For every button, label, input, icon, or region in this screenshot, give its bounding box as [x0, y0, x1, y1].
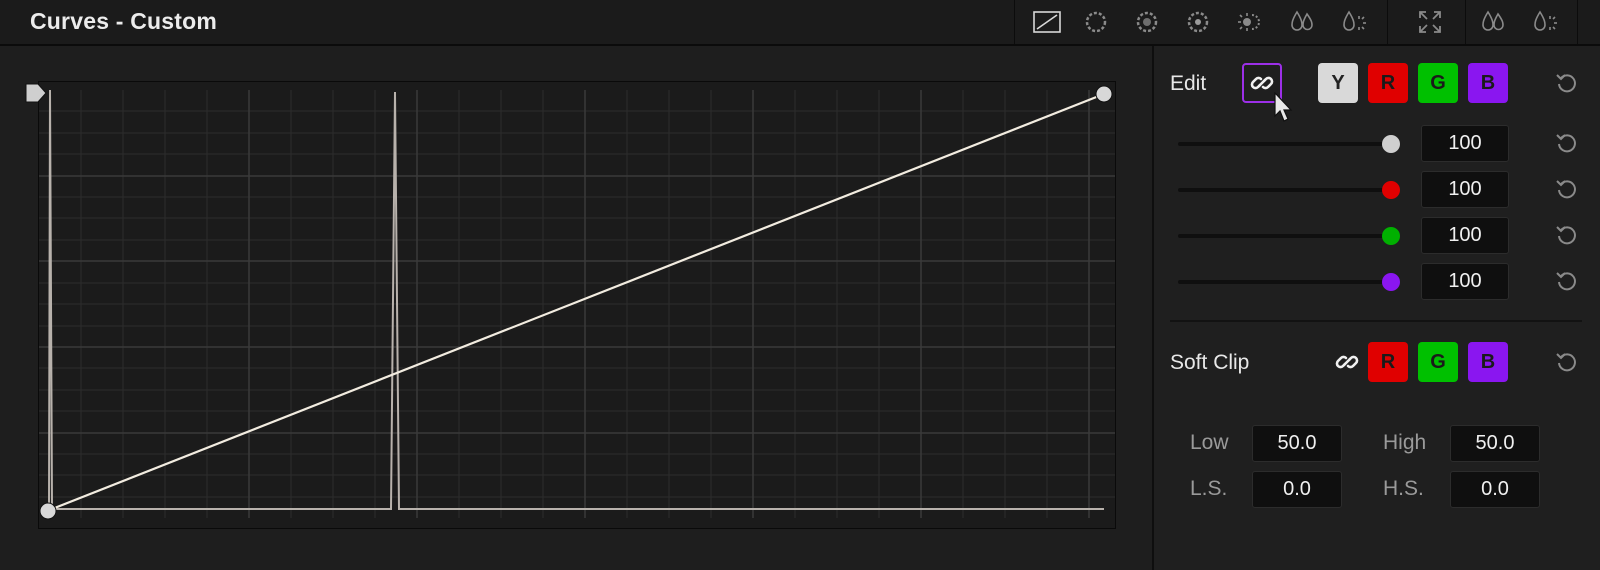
slider-track[interactable] — [1178, 280, 1390, 284]
b-value-field[interactable]: 100 — [1421, 263, 1509, 300]
soft-clip-reset-icon[interactable] — [1552, 347, 1582, 377]
low-field[interactable]: 50.0 — [1252, 425, 1342, 462]
sat-vs-lum-icon[interactable] — [1339, 9, 1367, 35]
curve-point-black[interactable] — [39, 502, 57, 520]
hue-vs-sat-icon[interactable] — [1133, 9, 1161, 35]
channel-g-button[interactable]: G — [1418, 63, 1458, 103]
lum-vs-sat-icon[interactable] — [1235, 9, 1263, 35]
custom-curve-line — [46, 92, 1105, 513]
panel-header: Curves - Custom — [0, 0, 1600, 46]
b-reset-icon[interactable] — [1552, 266, 1582, 296]
curve-graph-canvas[interactable] — [39, 82, 1115, 528]
high-label: High — [1383, 431, 1427, 454]
toolbar-divider — [1387, 0, 1388, 44]
y-reset-icon[interactable] — [1552, 128, 1582, 158]
drop-sun-icon[interactable] — [1530, 9, 1558, 35]
slider-track[interactable] — [1178, 188, 1390, 192]
g-value-field[interactable]: 100 — [1421, 217, 1509, 254]
slider-knob[interactable] — [1382, 227, 1400, 245]
soft-clip-b-button[interactable]: B — [1468, 342, 1508, 382]
link-icon — [1250, 76, 1274, 90]
r-reset-icon[interactable] — [1552, 174, 1582, 204]
soft-clip-label: Soft Clip — [1170, 351, 1250, 374]
toolbar-divider — [1577, 0, 1578, 44]
toolbar-divider — [1014, 0, 1015, 44]
channel-r-button[interactable]: R — [1368, 63, 1408, 103]
channel-y-button[interactable]: Y — [1318, 63, 1358, 103]
sat-vs-sat-icon[interactable] — [1288, 9, 1316, 35]
curve-point-white[interactable] — [1095, 85, 1113, 103]
slider-knob[interactable] — [1382, 135, 1400, 153]
ls-label: L.S. — [1190, 477, 1228, 500]
curve-handle-icon[interactable] — [23, 81, 49, 107]
low-label: Low — [1190, 431, 1229, 454]
soft-clip-r-button[interactable]: R — [1368, 342, 1408, 382]
panel-title: Curves - Custom — [30, 8, 218, 34]
hue-vs-hue-icon[interactable] — [1082, 9, 1110, 35]
slider-track[interactable] — [1178, 234, 1390, 238]
drop-icon[interactable] — [1479, 9, 1507, 35]
histogram-trace — [47, 89, 1104, 510]
soft-clip-link-button[interactable] — [1327, 342, 1367, 382]
hue-vs-lum-icon[interactable] — [1184, 9, 1212, 35]
slider-knob[interactable] — [1382, 273, 1400, 291]
hs-field[interactable]: 0.0 — [1450, 471, 1540, 508]
edit-label: Edit — [1170, 72, 1207, 95]
ls-field[interactable]: 0.0 — [1252, 471, 1342, 508]
r-value-field[interactable]: 100 — [1421, 171, 1509, 208]
edit-reset-icon[interactable] — [1552, 68, 1582, 98]
channel-b-button[interactable]: B — [1468, 63, 1508, 103]
section-divider — [1170, 320, 1582, 322]
high-field[interactable]: 50.0 — [1450, 425, 1540, 462]
custom-curve-icon[interactable] — [1033, 9, 1061, 35]
expand-icon[interactable] — [1416, 9, 1444, 35]
g-reset-icon[interactable] — [1552, 220, 1582, 250]
toolbar-divider — [1465, 0, 1466, 44]
slider-knob[interactable] — [1382, 181, 1400, 199]
y-value-field[interactable]: 100 — [1421, 125, 1509, 162]
mouse-cursor-icon — [1273, 91, 1295, 129]
link-icon — [1335, 355, 1359, 369]
slider-track[interactable] — [1178, 142, 1390, 146]
soft-clip-g-button[interactable]: G — [1418, 342, 1458, 382]
hs-label: H.S. — [1383, 477, 1424, 500]
curve-graph[interactable] — [25, 81, 1116, 529]
